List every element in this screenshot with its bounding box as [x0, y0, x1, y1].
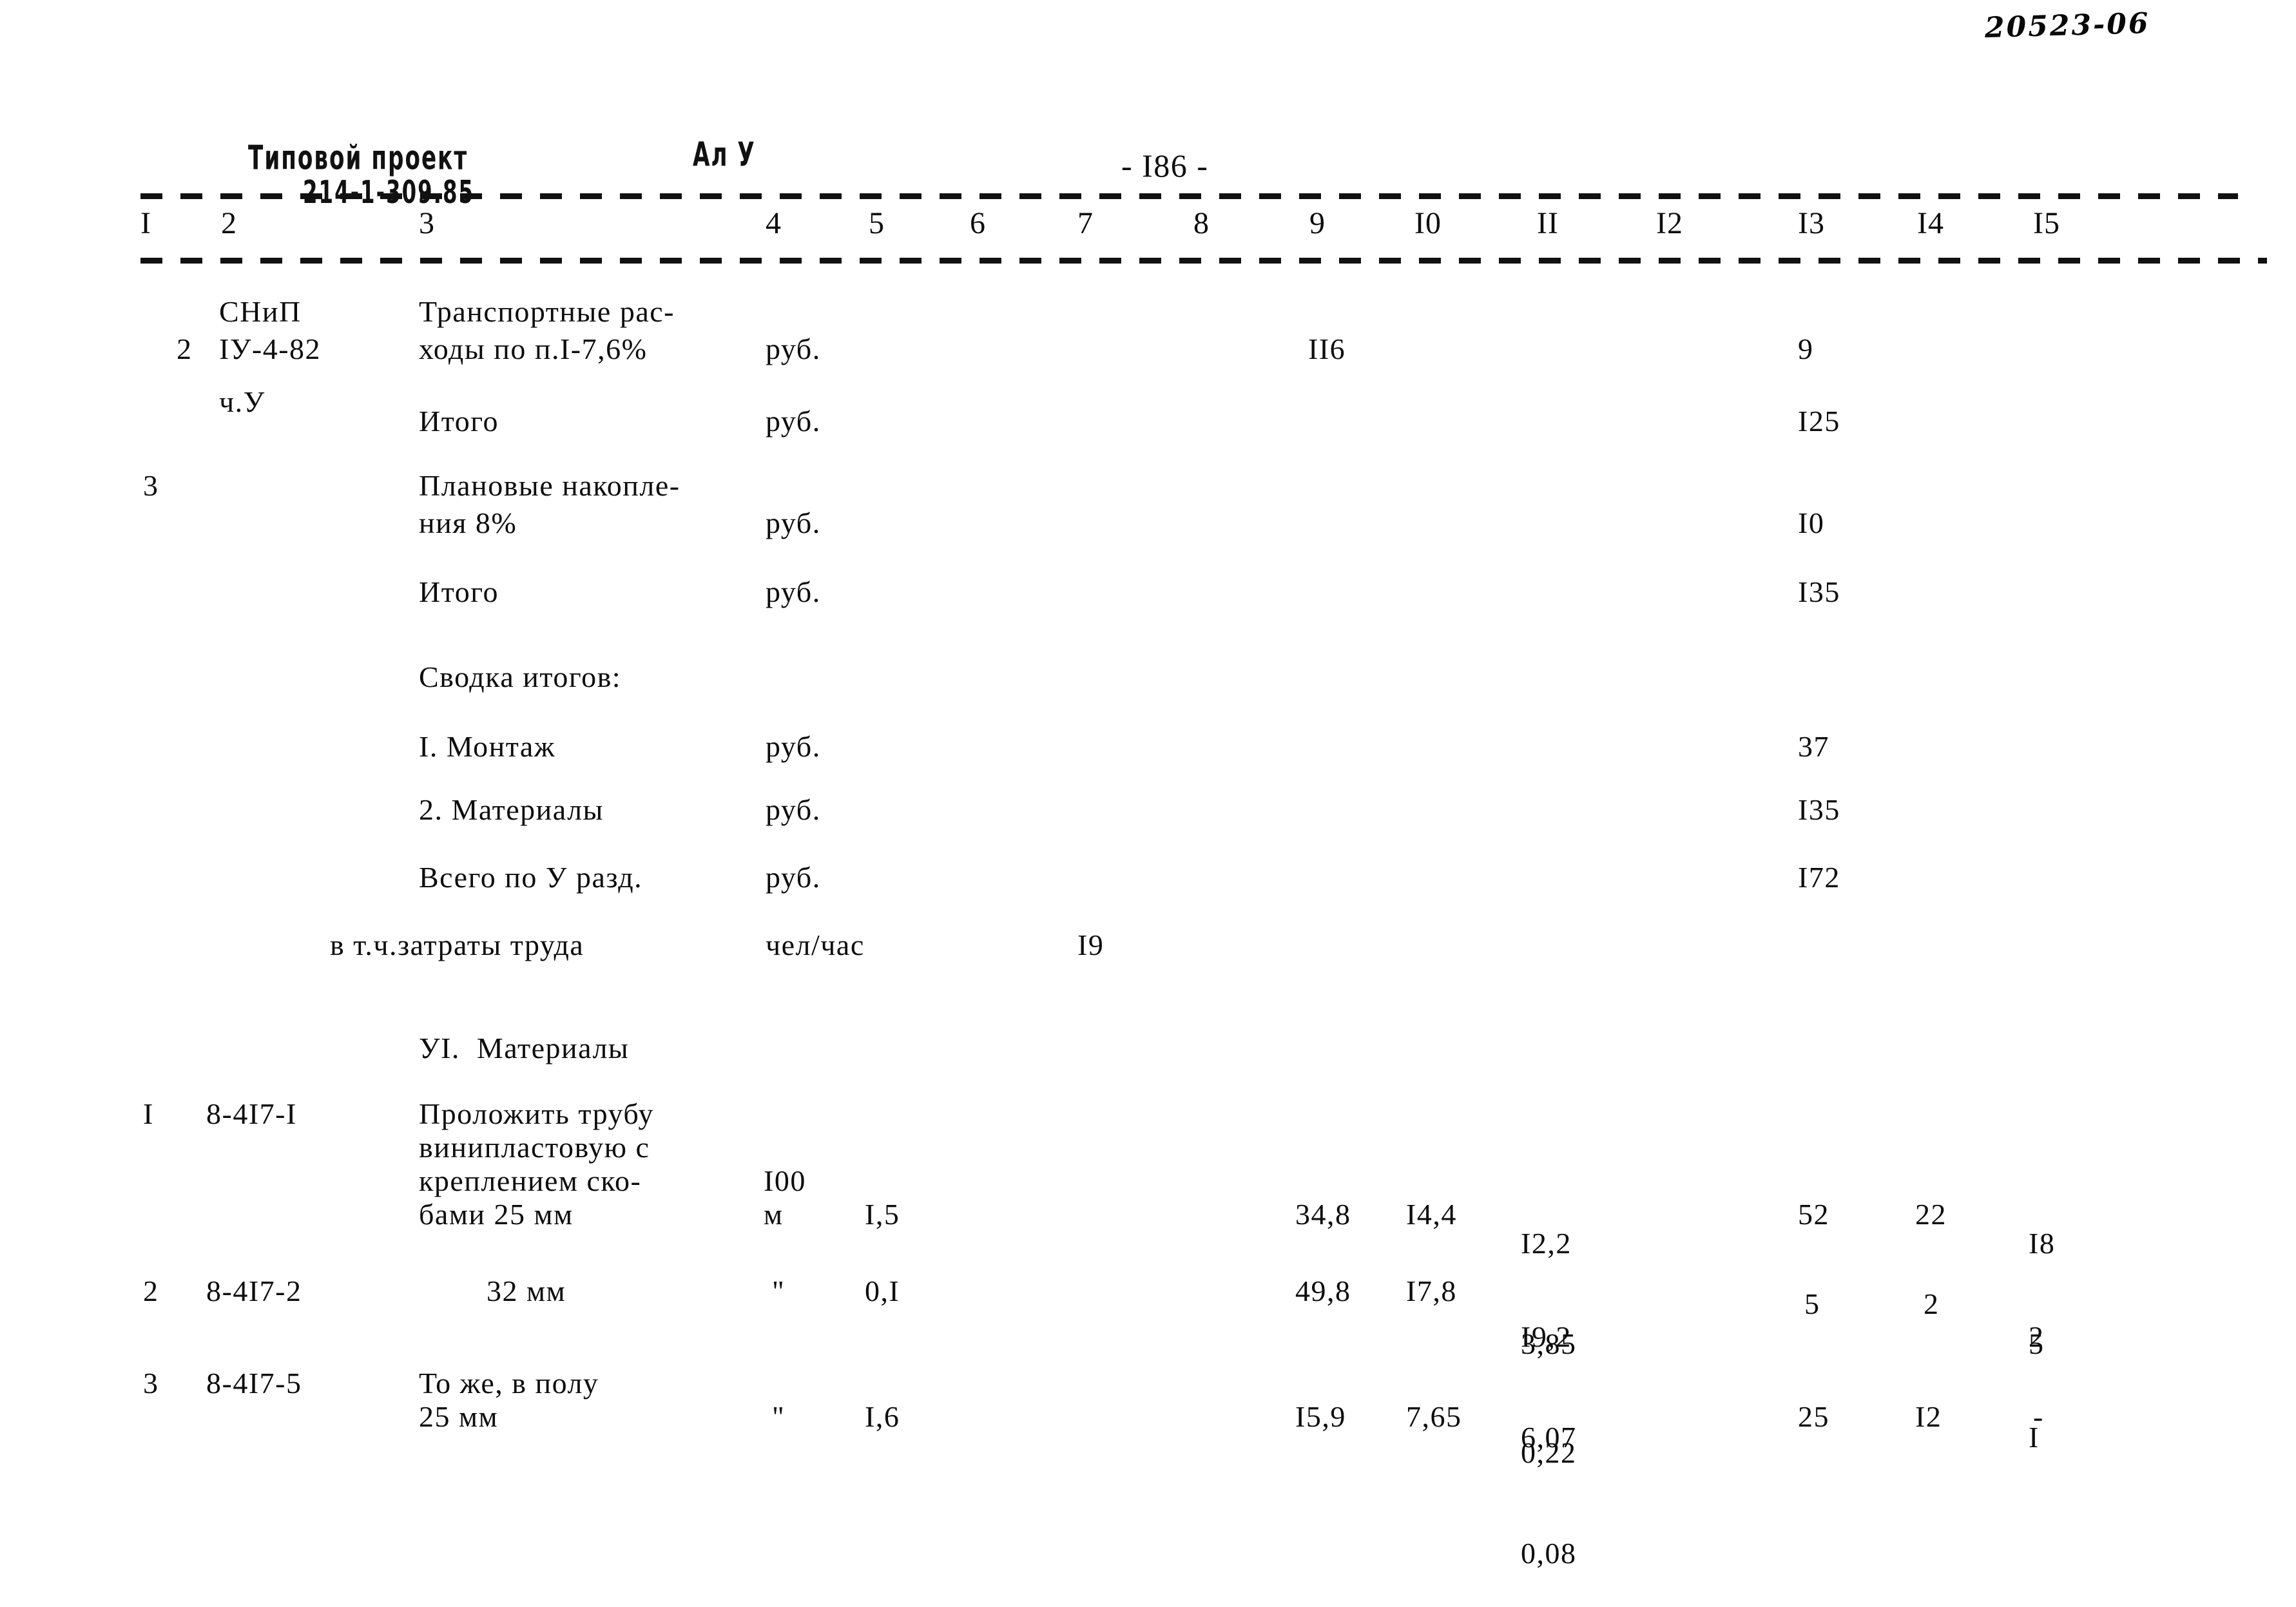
row-name-line3: креплением ско-: [419, 1164, 642, 1197]
row-value-col11-top: 0,22: [1521, 1436, 1577, 1469]
row-value-col13: I72: [1798, 861, 1840, 894]
row-number: 2: [143, 1275, 159, 1307]
column-number-7: 7: [1077, 206, 1094, 240]
row-value-col13: I35: [1798, 575, 1840, 608]
summary-heading: Сводка итогов:: [419, 660, 622, 693]
row-value-col15: 2 I: [2029, 1253, 2062, 1521]
column-number-2: 2: [221, 206, 237, 240]
row-number: 2: [177, 332, 193, 365]
row-value-col13: 5: [1804, 1287, 1820, 1320]
row-unit-line1: I00: [764, 1164, 806, 1197]
row-unit: руб.: [766, 332, 821, 365]
row-name-line1: Итого: [419, 405, 499, 438]
row-name-line2: ния 8%: [419, 506, 517, 539]
column-number-11: II: [1537, 206, 1559, 240]
row-value-col5: I,6: [865, 1400, 900, 1433]
row-code-line1: 8-4I7-I: [206, 1097, 297, 1130]
row-unit: руб.: [766, 730, 821, 763]
column-number-8: 8: [1193, 206, 1210, 240]
row-name-line1: Проложить трубу: [419, 1097, 655, 1130]
section-heading-materials: УI. Материалы: [419, 1032, 630, 1064]
column-number-13: I3: [1798, 206, 1825, 240]
row-value-col14: 2: [1924, 1287, 1940, 1320]
row-value-col13: I25: [1798, 405, 1840, 438]
row-name-line1: Итого: [419, 575, 499, 608]
row-name-line1: 32 мм: [487, 1275, 566, 1307]
row-name-line2: винипластовую с: [419, 1131, 650, 1164]
column-number-6: 6: [970, 206, 986, 240]
row-value-col9: I5,9: [1295, 1400, 1346, 1433]
row-value-col13: I35: [1798, 793, 1840, 826]
row-number: I: [143, 1097, 154, 1130]
row-name-line1: Всего по У разд.: [419, 861, 643, 894]
row-code-line3: ч.У: [219, 385, 265, 418]
row-name-line2: ходы по п.I-7,6%: [419, 332, 648, 365]
row-unit: руб.: [766, 793, 821, 826]
row-name-line1: То же, в полу: [419, 1367, 599, 1400]
row-name-line4: бами 25 мм: [419, 1198, 574, 1231]
row-code-line2: IУ-4-82: [219, 332, 322, 365]
row-value-col13: 52: [1798, 1198, 1829, 1231]
row-unit: руб.: [766, 405, 821, 438]
row-code-line1: 8-4I7-2: [206, 1275, 302, 1307]
row-name-line2: 25 мм: [419, 1400, 499, 1433]
column-number-15: I5: [2033, 206, 2060, 240]
row-value-col13: I0: [1798, 506, 1825, 539]
row-value-col14: 22: [1915, 1198, 1947, 1231]
row-value-col15: -: [2033, 1400, 2044, 1433]
row-name-line1: 2. Материалы: [419, 793, 604, 826]
row-name-line1: I. Монтаж: [419, 730, 556, 763]
row-value-col13: 25: [1798, 1400, 1829, 1433]
column-number-14: I4: [1917, 206, 1944, 240]
row-value-col5: 0,I: [865, 1275, 900, 1307]
row-unit-line2: ": [772, 1275, 786, 1307]
row-value-col11-top: I9,2: [1521, 1320, 1572, 1353]
row-value-col11-bottom: 0,08: [1521, 1537, 1577, 1570]
row-name-line1: Транспортные рас-: [419, 295, 675, 328]
row-value-col10: I7,8: [1406, 1275, 1457, 1307]
row-code-line1: СНиП: [219, 295, 302, 328]
archive-code-annotation: 20523-06: [1984, 6, 2151, 44]
row-unit-line2: м: [764, 1198, 784, 1231]
row-value-col14: I2: [1915, 1400, 1942, 1433]
table-rule-below-headers: [140, 258, 2267, 264]
project-label: Типовой проект: [248, 139, 468, 177]
column-number-9: 9: [1309, 206, 1326, 240]
column-number-5: 5: [869, 206, 885, 240]
row-value-col10: I4,4: [1406, 1198, 1457, 1231]
row-number: 3: [143, 469, 159, 502]
column-number-12: I2: [1656, 206, 1683, 240]
table-row: 2: [143, 293, 193, 405]
document-page: 20523-06 Типовой проект 214-1-309.85 Ал …: [0, 0, 2296, 1607]
row-value-col13: 37: [1798, 730, 1829, 763]
column-number-3: 3: [419, 206, 435, 240]
row-value-col9: 34,8: [1295, 1198, 1351, 1231]
row-unit: руб.: [766, 861, 821, 894]
row-unit: руб.: [766, 575, 821, 608]
row-value-col10: 7,65: [1406, 1400, 1462, 1433]
row-value-col5: I,5: [865, 1198, 900, 1231]
column-number-4: 4: [766, 206, 782, 240]
row-value-col13: 9: [1798, 332, 1814, 365]
row-value-col9: 49,8: [1295, 1275, 1351, 1307]
row-value-col7: I9: [1077, 929, 1105, 961]
table-rule-top: [140, 193, 2238, 199]
row-code-line1: 8-4I7-5: [206, 1367, 302, 1400]
row-unit: руб.: [766, 506, 821, 539]
row-value-col15-top: 2: [2029, 1320, 2045, 1353]
row-value-col9: II6: [1308, 332, 1346, 365]
page-number: - I86 -: [1121, 148, 1209, 184]
row-name-line1: в т.ч.затраты труда: [330, 929, 584, 961]
sheet-mark: Ал У: [693, 135, 756, 174]
row-unit: чел/час: [766, 929, 865, 961]
column-number-10: I0: [1414, 206, 1442, 240]
row-value-col11: 0,22 0,08: [1521, 1369, 1577, 1607]
row-name-line1: Плановые накопле-: [419, 469, 680, 502]
row-unit-line2: ": [772, 1400, 786, 1433]
column-number-1: I: [140, 206, 151, 240]
row-number: 3: [143, 1367, 159, 1400]
